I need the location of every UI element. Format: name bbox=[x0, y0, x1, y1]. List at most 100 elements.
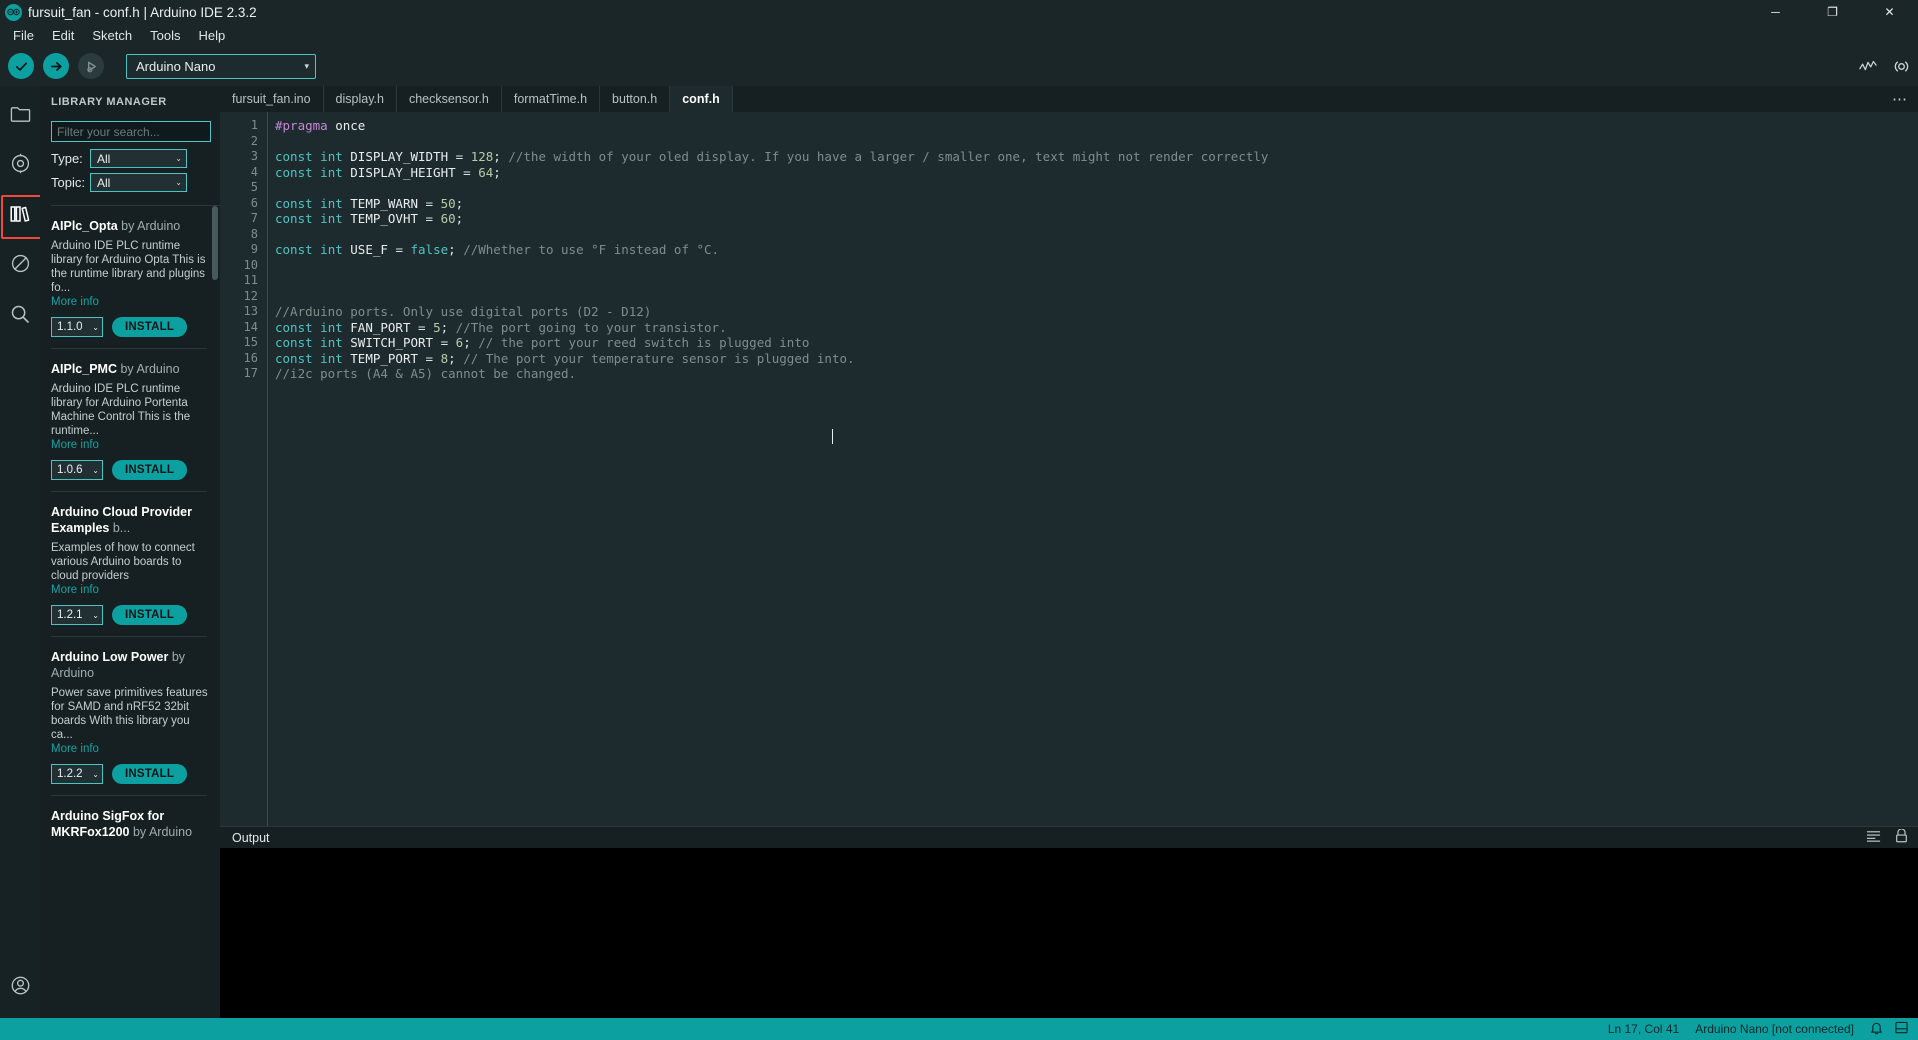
code-token: ; bbox=[441, 320, 456, 335]
code-content[interactable]: #pragma once const int DISPLAY_WIDTH = 1… bbox=[268, 112, 1918, 826]
code-token: = bbox=[418, 320, 433, 335]
close-button[interactable]: ✕ bbox=[1861, 0, 1918, 24]
debug-start-icon[interactable] bbox=[78, 53, 104, 79]
line-number: 8 bbox=[220, 227, 267, 243]
tab-checksensor-h[interactable]: checksensor.h bbox=[397, 86, 502, 112]
tab-formattime-h[interactable]: formatTime.h bbox=[502, 86, 600, 112]
install-button[interactable]: INSTALL bbox=[112, 605, 187, 625]
library-list[interactable]: AIPlc_Opta by Arduino Arduino IDE PLC ru… bbox=[40, 206, 220, 1018]
install-button[interactable]: INSTALL bbox=[112, 764, 187, 784]
list-item[interactable]: Arduino Low Power by Arduino Power save … bbox=[40, 637, 220, 795]
sidebar-item-sketchbook[interactable] bbox=[3, 98, 37, 132]
library-search-input[interactable]: Filter your search... bbox=[51, 121, 211, 142]
code-token: int bbox=[320, 165, 343, 180]
chevron-down-icon: ⌄ bbox=[175, 154, 182, 163]
upload-arrow-icon[interactable] bbox=[43, 53, 69, 79]
menu-sketch[interactable]: Sketch bbox=[83, 26, 141, 45]
code-token: //Whether to use °F instead of °C. bbox=[463, 242, 719, 257]
code-line: const int TEMP_OVHT = 60; bbox=[275, 211, 1918, 227]
sidebar-item-account[interactable] bbox=[3, 970, 37, 1004]
menu-tools[interactable]: Tools bbox=[141, 26, 189, 45]
code-token: ; bbox=[456, 196, 464, 211]
line-number: 10 bbox=[220, 258, 267, 274]
cursor-position-status[interactable]: Ln 17, Col 41 bbox=[1608, 1022, 1679, 1036]
version-select[interactable]: 1.1.0 ⌄ bbox=[51, 317, 103, 337]
tab-button-h[interactable]: button.h bbox=[600, 86, 670, 112]
toolbar-right-group bbox=[1859, 59, 1910, 74]
code-token: 128 bbox=[471, 149, 494, 164]
line-number-gutter: 1234567891011121314151617 bbox=[220, 112, 268, 826]
main-body: LIBRARY MANAGER Filter your search... Ty… bbox=[0, 86, 1918, 1018]
more-info-link[interactable]: More info bbox=[51, 743, 208, 755]
sidebar-item-debug[interactable] bbox=[3, 248, 37, 282]
clear-output-icon[interactable] bbox=[1895, 829, 1908, 846]
code-token: TEMP_OVHT bbox=[343, 211, 426, 226]
status-bar-icons bbox=[1870, 1021, 1908, 1038]
code-line bbox=[275, 134, 1918, 150]
output-label: Output bbox=[232, 831, 270, 845]
line-number: 4 bbox=[220, 165, 267, 181]
version-select[interactable]: 1.2.2 ⌄ bbox=[51, 764, 103, 784]
version-select[interactable]: 1.2.1 ⌄ bbox=[51, 605, 103, 625]
library-manager-header: LIBRARY MANAGER bbox=[40, 86, 220, 112]
tab-display-h[interactable]: display.h bbox=[324, 86, 397, 112]
menu-file[interactable]: File bbox=[4, 26, 43, 45]
maximize-button[interactable]: ❐ bbox=[1804, 0, 1861, 24]
filter-type-select[interactable]: All ⌄ bbox=[90, 149, 187, 168]
tab-conf-h[interactable]: conf.h bbox=[670, 86, 733, 112]
library-description: Arduino IDE PLC runtime library for Ardu… bbox=[51, 382, 208, 438]
code-editor[interactable]: 1234567891011121314151617 #pragma once c… bbox=[220, 112, 1918, 826]
more-info-link[interactable]: More info bbox=[51, 584, 208, 596]
filter-topic-value: All bbox=[97, 176, 110, 190]
menu-edit[interactable]: Edit bbox=[43, 26, 83, 45]
sidebar-item-library-manager[interactable] bbox=[3, 198, 37, 232]
more-info-link[interactable]: More info bbox=[51, 296, 208, 308]
code-token: const bbox=[275, 351, 313, 366]
board-status[interactable]: Arduino Nano [not connected] bbox=[1695, 1022, 1854, 1036]
sidebar-item-search[interactable] bbox=[3, 298, 37, 332]
word-wrap-icon[interactable] bbox=[1866, 829, 1881, 846]
list-item[interactable]: AIPlc_PMC by Arduino Arduino IDE PLC run… bbox=[40, 349, 220, 491]
menu-help[interactable]: Help bbox=[189, 26, 234, 45]
bell-icon[interactable] bbox=[1870, 1021, 1883, 1038]
install-button[interactable]: INSTALL bbox=[112, 317, 187, 337]
chevron-down-icon: ⌄ bbox=[92, 466, 99, 475]
code-token: // the port your reed switch is plugged … bbox=[478, 335, 809, 350]
install-button[interactable]: INSTALL bbox=[112, 460, 187, 480]
code-token: int bbox=[320, 211, 343, 226]
code-token: 64 bbox=[478, 165, 493, 180]
minimize-button[interactable]: ─ bbox=[1747, 0, 1804, 24]
code-token: const bbox=[275, 335, 313, 350]
chevron-down-icon: ⌄ bbox=[92, 323, 99, 332]
more-info-link[interactable]: More info bbox=[51, 439, 208, 451]
tab-fursuit-fan-ino[interactable]: fursuit_fan.ino bbox=[220, 86, 324, 112]
library-manager-panel: LIBRARY MANAGER Filter your search... Ty… bbox=[40, 86, 220, 1018]
filter-topic-select[interactable]: All ⌄ bbox=[90, 173, 187, 192]
library-author: by Arduino bbox=[121, 219, 180, 233]
serial-monitor-icon[interactable] bbox=[1893, 59, 1910, 74]
line-number: 9 bbox=[220, 242, 267, 258]
output-console[interactable] bbox=[220, 848, 1918, 1018]
code-token: DISPLAY_WIDTH bbox=[343, 149, 456, 164]
list-item[interactable]: Arduino Cloud Provider Examples b... Exa… bbox=[40, 492, 220, 636]
library-scrollbar-thumb[interactable] bbox=[212, 206, 218, 280]
line-number: 15 bbox=[220, 335, 267, 351]
list-item[interactable]: Arduino SigFox for MKRFox1200 by Arduino bbox=[40, 796, 220, 851]
code-token: = bbox=[441, 335, 456, 350]
sidebar-item-boards-manager[interactable] bbox=[3, 148, 37, 182]
output-panel-icon[interactable] bbox=[1895, 1021, 1908, 1037]
version-select[interactable]: 1.0.6 ⌄ bbox=[51, 460, 103, 480]
line-number: 6 bbox=[220, 196, 267, 212]
code-token: ; bbox=[448, 351, 463, 366]
library-description: Arduino IDE PLC runtime library for Ardu… bbox=[51, 239, 208, 295]
code-token: //the width of your oled display. If you… bbox=[508, 149, 1268, 164]
board-selector[interactable]: Arduino Nano ▾ bbox=[126, 54, 316, 79]
account-circle-icon bbox=[10, 975, 31, 999]
code-line bbox=[275, 180, 1918, 196]
code-token: // The port your temperature sensor is p… bbox=[463, 351, 854, 366]
serial-plotter-icon[interactable] bbox=[1859, 59, 1877, 73]
tab-overflow-icon[interactable]: ⋯ bbox=[1892, 86, 1908, 112]
list-item[interactable]: AIPlc_Opta by Arduino Arduino IDE PLC ru… bbox=[40, 206, 220, 348]
verify-checkmark-icon[interactable] bbox=[8, 53, 34, 79]
text-cursor bbox=[832, 429, 833, 444]
